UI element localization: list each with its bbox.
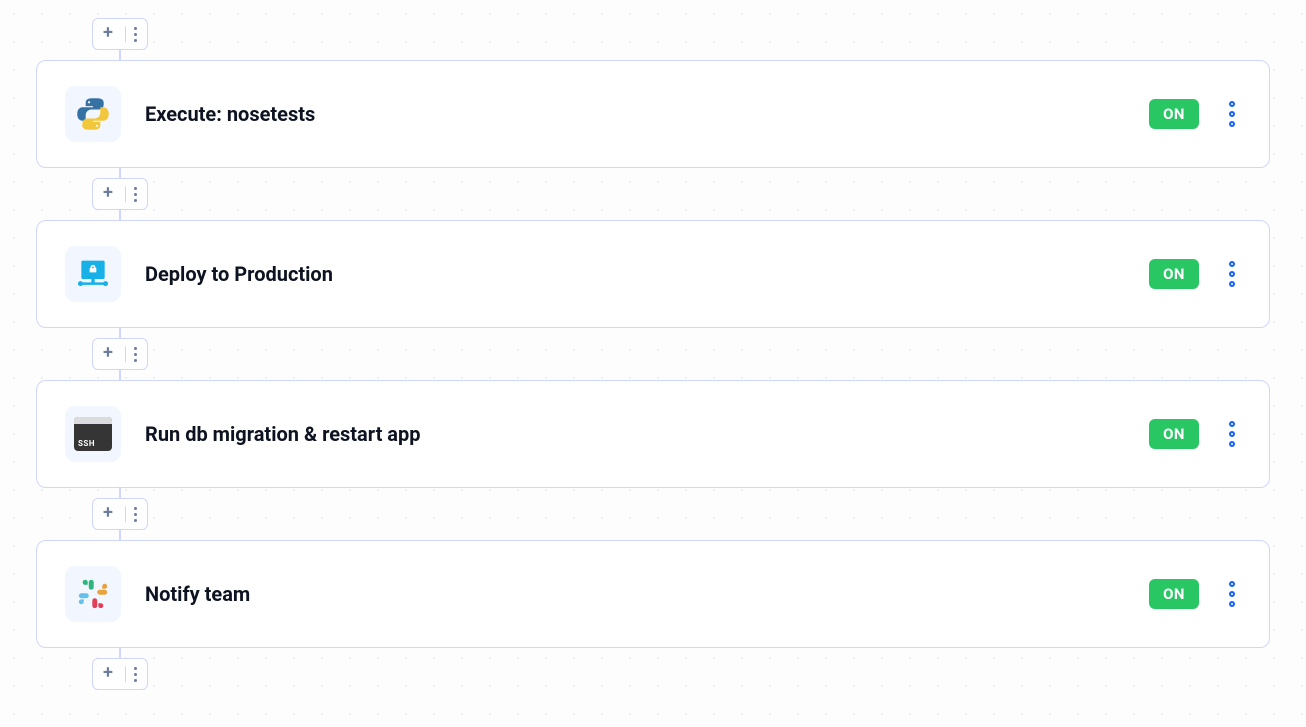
step-menu-icon[interactable] [1223,415,1241,453]
step-title: Execute: nosetests [145,102,1149,126]
connector-line [119,210,121,220]
more-icon[interactable] [132,667,139,682]
connector-line [119,328,121,338]
connector: + [92,648,1270,690]
separator [125,346,126,362]
step-menu-icon[interactable] [1223,575,1241,613]
connector-line [119,530,121,540]
more-icon[interactable] [132,187,139,202]
toggle-on[interactable]: ON [1149,259,1199,289]
connector: + [92,328,1270,380]
separator [125,186,126,202]
plus-icon[interactable]: + [101,184,119,204]
connector-line [119,488,121,498]
separator [125,506,126,522]
more-icon[interactable] [132,27,139,42]
slack-icon [65,566,121,622]
connector-line [119,50,121,60]
connector-line [119,370,121,380]
add-step-control[interactable]: + [92,338,148,370]
python-icon [65,86,121,142]
step-menu-icon[interactable] [1223,95,1241,133]
pipeline: + Execute: nosetests ON + [36,18,1270,690]
connector-line [119,648,121,658]
deploy-icon [65,246,121,302]
plus-icon[interactable]: + [101,504,119,524]
step-card[interactable]: SSH Run db migration & restart app ON [36,380,1270,488]
toggle-on[interactable]: ON [1149,579,1199,609]
add-step-control[interactable]: + [92,178,148,210]
connector: + [92,488,1270,540]
step-card[interactable]: Notify team ON [36,540,1270,648]
step-card[interactable]: Execute: nosetests ON [36,60,1270,168]
add-step-control[interactable]: + [92,18,148,50]
step-title: Notify team [145,582,1149,606]
connector: + [92,18,1270,60]
plus-icon[interactable]: + [101,344,119,364]
add-step-control[interactable]: + [92,498,148,530]
plus-icon[interactable]: + [101,664,119,684]
step-menu-icon[interactable] [1223,255,1241,293]
step-title: Deploy to Production [145,262,1149,286]
add-step-control[interactable]: + [92,658,148,690]
separator [125,26,126,42]
step-title: Run db migration & restart app [145,422,1149,446]
separator [125,666,126,682]
more-icon[interactable] [132,347,139,362]
ssh-icon: SSH [65,406,121,462]
plus-icon[interactable]: + [101,24,119,44]
toggle-on[interactable]: ON [1149,419,1199,449]
toggle-on[interactable]: ON [1149,99,1199,129]
connector: + [92,168,1270,220]
connector-line [119,168,121,178]
step-card[interactable]: Deploy to Production ON [36,220,1270,328]
more-icon[interactable] [132,507,139,522]
